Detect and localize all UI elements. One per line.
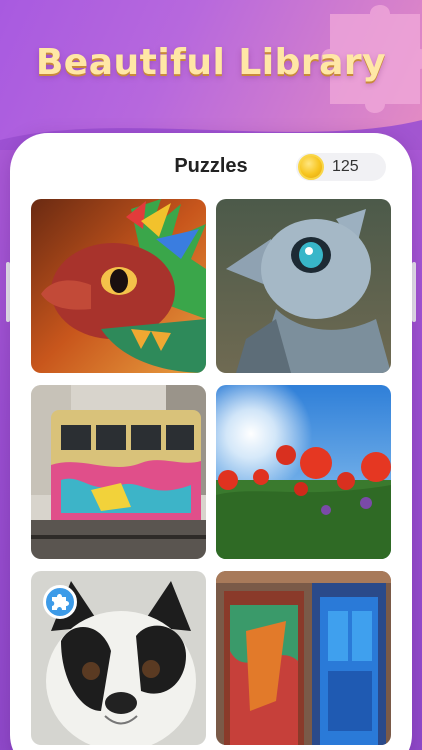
puzzle-tile-dragon-rainbow[interactable] <box>31 199 206 373</box>
puzzle-tile-painted-doors[interactable] <box>216 571 391 745</box>
app-header: Puzzles 125 <box>10 133 412 195</box>
coin-icon <box>298 154 324 180</box>
coin-count: 125 <box>332 158 359 175</box>
phone-screen: Puzzles 125 <box>10 133 412 750</box>
puzzle-piece-icon <box>43 585 77 619</box>
puzzle-tile-dragon-blue[interactable] <box>216 199 391 373</box>
hero-banner: Beautiful Library <box>0 0 422 150</box>
phone-side-button-right <box>412 262 416 322</box>
puzzle-tile-french-bulldog[interactable] <box>31 571 206 745</box>
puzzle-tile-poppies[interactable] <box>216 385 391 559</box>
banner-title: Beautiful Library <box>35 42 387 83</box>
coin-balance[interactable]: 125 <box>296 153 386 181</box>
puzzle-tile-graffiti-tram[interactable] <box>31 385 206 559</box>
